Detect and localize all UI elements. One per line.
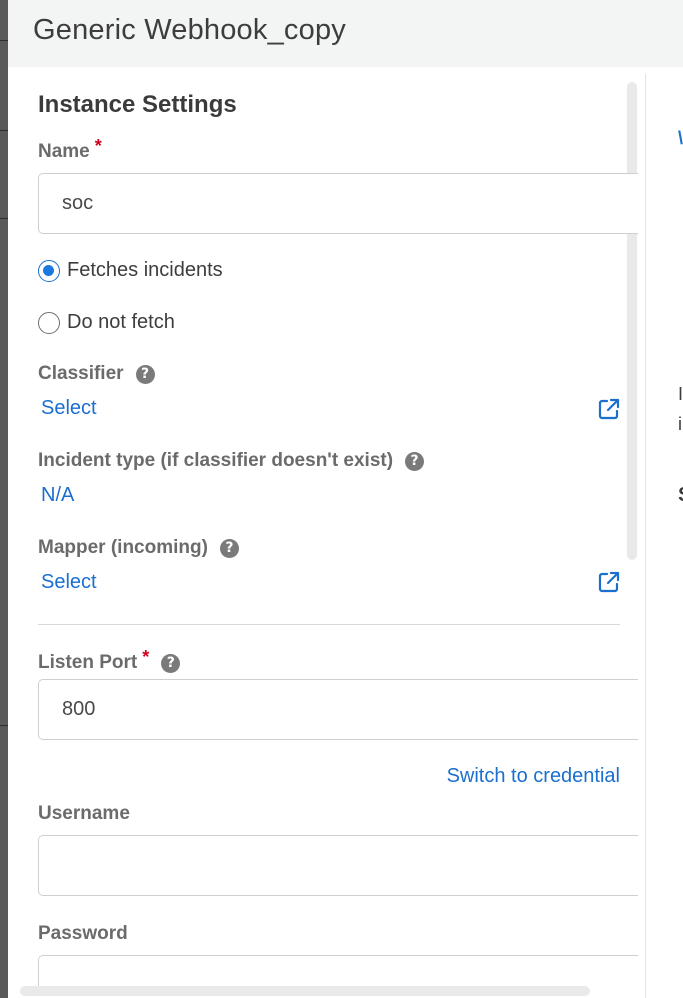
edge-line [0, 130, 8, 131]
radio-selected-icon[interactable] [38, 259, 60, 282]
listen-port-label-text: Listen Port [38, 652, 138, 673]
listen-port-input[interactable]: 800 [38, 679, 638, 740]
radio-label: Do not fetch [67, 311, 175, 333]
radio-fetches-incidents[interactable]: Fetches incidents [38, 259, 223, 282]
question-circle-icon[interactable]: ? [219, 538, 239, 558]
question-circle-icon[interactable]: ? [161, 653, 181, 673]
column-separator [645, 74, 646, 998]
edge-line [0, 725, 8, 726]
section-divider [38, 624, 620, 625]
username-label-text: Username [38, 803, 130, 824]
password-label-text: Password [38, 923, 128, 944]
right-panel-fragment: I [678, 384, 683, 404]
classifier-select-link[interactable]: Select [41, 397, 97, 420]
name-label-text: Name [38, 141, 90, 162]
edge-line [0, 40, 8, 41]
mapper-select-link[interactable]: Select [41, 571, 97, 594]
question-circle-icon[interactable]: ? [405, 451, 425, 471]
username-label: Username [38, 803, 130, 825]
switch-to-credential-link[interactable]: Switch to credential [447, 765, 620, 788]
radio-label: Fetches incidents [67, 259, 223, 281]
username-input[interactable] [38, 835, 638, 896]
classifier-label-text: Classifier [38, 363, 124, 384]
right-panel-fragment: i [678, 414, 682, 434]
question-circle-icon[interactable]: ? [135, 364, 155, 384]
right-panel-fragment: \ [678, 128, 683, 148]
required-indicator: * [142, 646, 150, 667]
incident-type-label: Incident type (if classifier doesn't exi… [38, 450, 425, 472]
dialog-title: Generic Webhook_copy [33, 14, 346, 46]
external-link-icon[interactable] [597, 397, 621, 421]
section-title: Instance Settings [38, 91, 237, 118]
radio-unselected-icon[interactable] [38, 311, 60, 334]
mapper-label: Mapper (incoming) ? [38, 537, 239, 559]
mapper-label-text: Mapper (incoming) [38, 537, 208, 558]
background-panel-edge [0, 0, 8, 998]
right-panel-fragment: S [678, 484, 683, 507]
name-input[interactable]: soc [38, 173, 638, 234]
dialog-header: Generic Webhook_copy [8, 0, 683, 67]
classifier-label: Classifier ? [38, 363, 155, 385]
listen-port-label: Listen Port * ? [38, 647, 181, 674]
radio-do-not-fetch[interactable]: Do not fetch [38, 311, 175, 334]
incident-type-select-link[interactable]: N/A [41, 484, 74, 507]
horizontal-scrollbar[interactable] [20, 986, 590, 996]
password-label: Password [38, 923, 128, 945]
edge-line [0, 218, 8, 219]
external-link-icon[interactable] [597, 570, 621, 594]
incident-type-label-text: Incident type (if classifier doesn't exi… [38, 450, 394, 471]
name-label: Name * [38, 136, 102, 163]
required-indicator: * [94, 135, 102, 156]
vertical-scrollbar[interactable] [627, 82, 637, 560]
